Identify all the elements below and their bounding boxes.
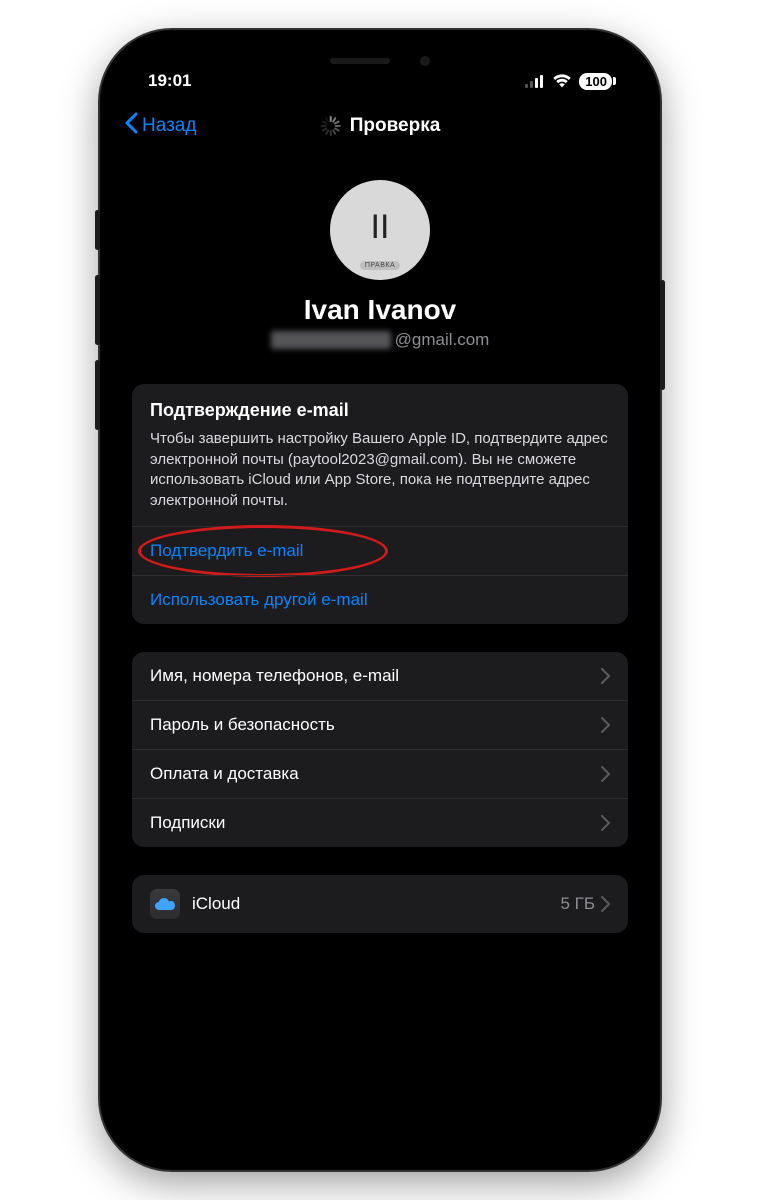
email-redacted [271,331,391,349]
screen: 19:01 [114,44,646,1156]
loading-spinner-icon [320,116,340,136]
use-other-email-label: Использовать другой e-mail [150,590,368,610]
chevron-right-icon [601,766,610,782]
icloud-label: iCloud [192,894,240,914]
chevron-right-icon [601,668,610,684]
cellular-signal-icon [525,75,545,88]
settings-row-label: Оплата и доставка [150,764,299,784]
back-label: Назад [142,115,196,137]
nav-title: Проверка [350,115,441,137]
chevron-right-icon [601,815,610,831]
email-suffix: @gmail.com [395,330,490,350]
chevron-right-icon [601,896,610,912]
settings-row-payment-shipping[interactable]: Оплата и доставка [132,749,628,798]
avatar-initials: II [371,208,390,247]
phone-frame: 19:01 [100,30,660,1170]
account-settings-list: Имя, номера телефонов, e-mail Пароль и б… [132,652,628,847]
icloud-storage: 5 ГБ [560,894,595,914]
mute-switch [95,210,100,250]
use-other-email-button[interactable]: Использовать другой e-mail [132,575,628,624]
volume-down-button [95,360,100,430]
settings-row-label: Подписки [150,813,225,833]
verify-card-title: Подтверждение e-mail [150,400,610,421]
battery-indicator: 100 [579,73,612,90]
icloud-icon [150,889,180,919]
volume-up-button [95,275,100,345]
wifi-icon [552,74,572,88]
profile-header: II ПРАВКА Ivan Ivanov @gmail.com [132,152,628,384]
avatar[interactable]: II ПРАВКА [330,180,430,280]
settings-row-name-phone-email[interactable]: Имя, номера телефонов, e-mail [132,652,628,700]
battery-level: 100 [585,74,607,89]
status-time: 19:01 [148,71,191,91]
settings-row-label: Имя, номера телефонов, e-mail [150,666,399,686]
confirm-email-label: Подтвердить e-mail [150,541,303,561]
chevron-right-icon [601,717,610,733]
back-button[interactable]: Назад [124,112,196,140]
avatar-edit-label: ПРАВКА [360,261,400,270]
confirm-email-button[interactable]: Подтвердить e-mail [132,526,628,575]
notch [280,44,480,78]
profile-email: @gmail.com [271,330,490,350]
icloud-card: iCloud 5 ГБ [132,875,628,933]
verify-card-body: Чтобы завершить настройку Вашего Apple I… [150,429,610,512]
power-button [660,280,665,390]
settings-row-icloud[interactable]: iCloud 5 ГБ [132,875,628,933]
settings-row-password-security[interactable]: Пароль и безопасность [132,700,628,749]
email-verification-card: Подтверждение e-mail Чтобы завершить нас… [132,384,628,624]
settings-row-label: Пароль и безопасность [150,715,335,735]
settings-row-subscriptions[interactable]: Подписки [132,798,628,847]
profile-name: Ivan Ivanov [304,294,457,326]
nav-bar: Назад Проверка [114,100,646,152]
chevron-left-icon [124,112,138,140]
